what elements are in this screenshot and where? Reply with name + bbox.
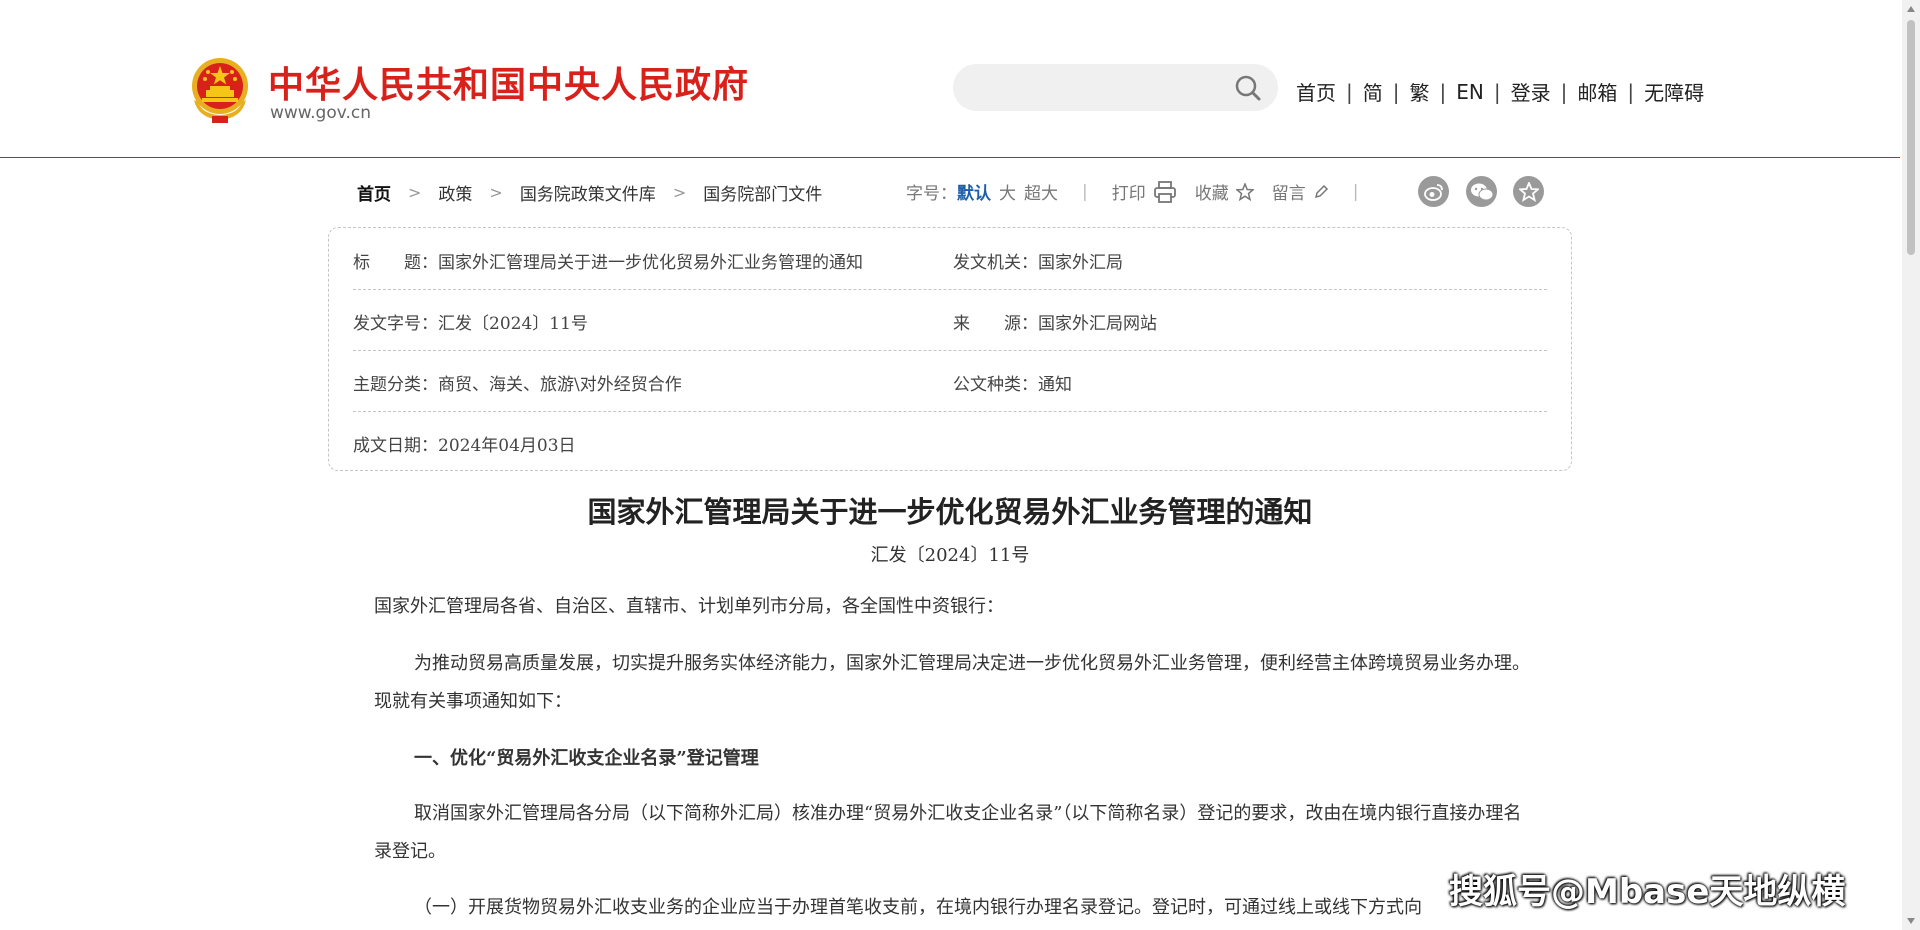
info-label: 标 题： [353, 253, 438, 273]
scroll-up-icon[interactable] [1907, 6, 1915, 12]
info-label: 公文种类： [953, 375, 1038, 395]
info-row: 标 题：国家外汇管理局关于进一步优化贸易外汇业务管理的通知 发文机关：国家外汇局 [353, 228, 1547, 290]
info-type: 公文种类：通知 [953, 370, 1072, 395]
print-label: 打印 [1111, 184, 1146, 204]
nav-home[interactable]: 首页 [1296, 77, 1336, 106]
info-row: 主题分类：商贸、海关、旅游\对外经贸合作 公文种类：通知 [353, 350, 1547, 412]
weibo-icon [1423, 183, 1443, 201]
font-size-label: 字号： [906, 184, 957, 204]
favorite-label: 收藏 [1194, 184, 1229, 204]
comment-button[interactable]: 留言 [1272, 179, 1329, 204]
article-paragraph: 取消国家外汇管理局各分局（以下简称外汇局）核准办理“贸易外汇收支企业名录”（以下… [374, 803, 1522, 862]
site-header: 中华人民共和国中央人民政府 www.gov.cn 首页 | 简 | 繁 | EN | 登… [0, 0, 1900, 158]
breadcrumb-policy-library[interactable]: 国务院政策文件库 [520, 180, 656, 205]
article-paragraph: 为推动贸易高质量发展，切实提升服务实体经济能力，国家外汇管理局决定进一步优化贸易… [374, 653, 1530, 712]
chevron-right-icon: > [408, 183, 422, 202]
comment-label: 留言 [1271, 184, 1306, 204]
info-label: 来 源： [953, 314, 1038, 334]
watermark: 搜狐号@Mbase天地纵横 [1449, 872, 1846, 912]
breadcrumb-policy[interactable]: 政策 [438, 180, 472, 205]
tools-separator: | [1352, 181, 1359, 202]
site-name[interactable]: 中华人民共和国中央人民政府 [268, 56, 749, 108]
wechat-icon [1470, 183, 1493, 200]
font-size-default[interactable]: 默认 [957, 179, 991, 204]
nav-separator: | [1346, 79, 1353, 104]
info-value: 通知 [1038, 375, 1072, 395]
print-button[interactable]: 打印 [1112, 179, 1177, 204]
nav-accessibility[interactable]: 无障碍 [1644, 77, 1704, 106]
info-source: 来 源：国家外汇局网站 [953, 309, 1157, 334]
nav-english[interactable]: EN [1456, 80, 1484, 104]
nav-separator: | [1627, 79, 1635, 104]
article-title: 国家外汇管理局关于进一步优化贸易外汇业务管理的通知 [587, 495, 1313, 529]
scrollbar-thumb[interactable] [1907, 20, 1915, 255]
nav-separator: | [1392, 79, 1400, 104]
site-domain: www.gov.cn [270, 103, 372, 123]
star-share-button[interactable] [1513, 176, 1544, 207]
nav-separator: | [1493, 79, 1501, 104]
search-input[interactable] [953, 64, 1278, 111]
weibo-share-button[interactable] [1418, 176, 1449, 207]
info-label: 成文日期： [353, 436, 438, 456]
info-date: 成文日期：2024年04月03日 [353, 431, 576, 456]
info-value: 2024年04月03日 [438, 436, 576, 456]
nav-mailbox[interactable]: 邮箱 [1577, 77, 1617, 106]
scroll-down-icon[interactable] [1907, 918, 1915, 924]
font-size-xlarge[interactable]: 超大 [1024, 179, 1058, 204]
search-icon[interactable] [1234, 74, 1262, 102]
info-issuer: 发文机关：国家外汇局 [953, 248, 1123, 273]
pencil-icon [1314, 184, 1328, 198]
font-size-large[interactable]: 大 [999, 179, 1016, 204]
article-doc-number: 汇发〔2024〕11号 [870, 545, 1030, 566]
info-title: 标 题：国家外汇管理局关于进一步优化贸易外汇业务管理的通知 [353, 248, 863, 273]
top-nav: 首页 | 简 | 繁 | EN | 登录 | 邮箱 | 无障碍 [1296, 77, 1704, 106]
article-section-heading: 一、优化“贸易外汇收支企业名录”登记管理 [414, 748, 759, 769]
info-label: 发文机关： [953, 253, 1038, 273]
national-emblem-icon[interactable] [188, 56, 252, 124]
breadcrumb-department-docs[interactable]: 国务院部门文件 [703, 180, 822, 205]
chevron-right-icon: > [489, 183, 503, 202]
info-row: 发文字号：汇发〔2024〕11号 来 源：国家外汇局网站 [353, 289, 1547, 351]
nav-separator: | [1560, 79, 1568, 104]
breadcrumb-home[interactable]: 首页 [357, 180, 391, 205]
printer-icon [1153, 180, 1176, 203]
favorite-button[interactable]: 收藏 [1195, 179, 1254, 204]
info-label: 发文字号： [353, 314, 438, 334]
info-value: 国家外汇局网站 [1038, 314, 1157, 334]
scrollbar[interactable] [1902, 0, 1920, 930]
breadcrumb: 首页 > 政策 > 国务院政策文件库 > 国务院部门文件 [357, 180, 822, 205]
info-value: 国家外汇局 [1038, 253, 1123, 273]
document-info-box: 标 题：国家外汇管理局关于进一步优化贸易外汇业务管理的通知 发文机关：国家外汇局… [328, 227, 1572, 471]
wechat-share-button[interactable] [1466, 176, 1497, 207]
nav-simplified[interactable]: 简 [1363, 77, 1383, 106]
chevron-right-icon: > [672, 183, 687, 202]
nav-separator: | [1439, 79, 1447, 104]
article-paragraph: 国家外汇管理局各省、自治区、直辖市、计划单列市分局，各全国性中资银行： [374, 596, 1004, 617]
info-subject: 主题分类：商贸、海关、旅游\对外经贸合作 [353, 370, 682, 395]
article-tools: 字号： 默认 大 超大 | 打印 收藏 留言 | [906, 179, 1382, 204]
nav-login[interactable]: 登录 [1511, 77, 1551, 106]
tools-separator: | [1082, 181, 1088, 202]
star-outline-icon [1518, 181, 1539, 202]
info-value: 国家外汇管理局关于进一步优化贸易外汇业务管理的通知 [438, 253, 863, 273]
star-icon [1235, 182, 1254, 201]
info-label: 主题分类： [353, 375, 438, 395]
article-paragraph: （一）开展货物贸易外汇收支业务的企业应当于办理首笔收支前，在境内银行办理名录登记… [414, 897, 1422, 918]
nav-traditional[interactable]: 繁 [1410, 77, 1430, 106]
info-row: 成文日期：2024年04月03日 [353, 411, 1547, 472]
info-docno: 发文字号：汇发〔2024〕11号 [353, 309, 588, 334]
info-value: 汇发〔2024〕11号 [438, 314, 588, 334]
info-value: 商贸、海关、旅游\对外经贸合作 [438, 375, 682, 395]
